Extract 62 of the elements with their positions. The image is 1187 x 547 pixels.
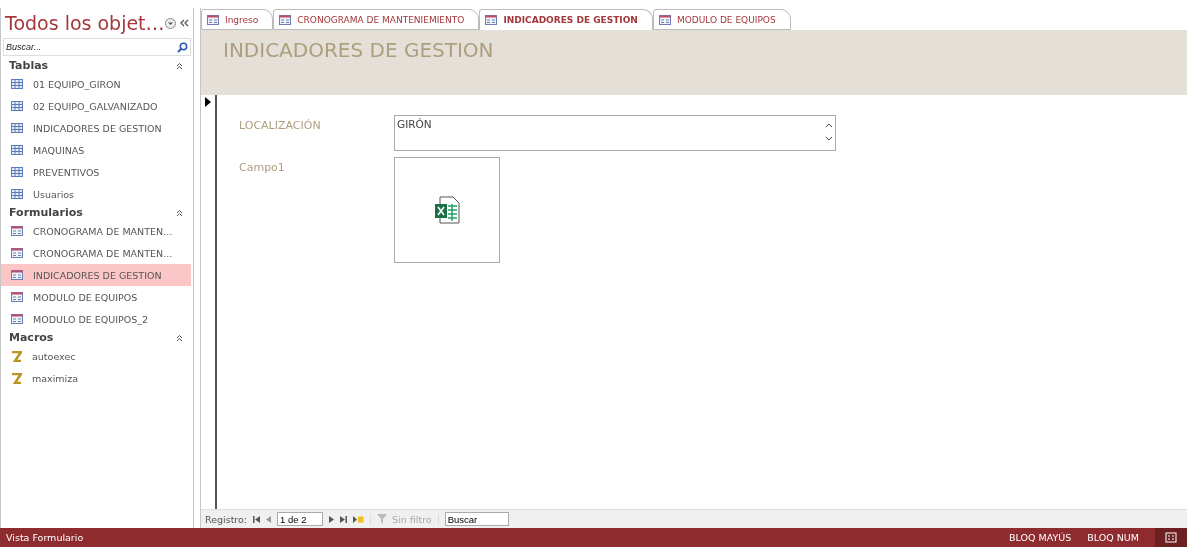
nav-item[interactable]: INDICADORES DE GESTION (1, 117, 191, 139)
form-icon (485, 15, 498, 25)
field-label: Campo1 (239, 160, 286, 176)
field-label: LOCALIZACIÓN (239, 118, 322, 134)
navigation-pane-title[interactable]: Todos los objet… (5, 12, 165, 34)
form-icon (11, 292, 23, 302)
nav-item[interactable]: INDICADORES DE GESTION (1, 264, 191, 286)
record-number-field[interactable]: 1 de 2 (277, 512, 324, 526)
filter-icon (377, 513, 390, 525)
nav-item[interactable]: MODULO DE EQUIPOS (1, 286, 191, 308)
status-indicator: BLOQ NUM (1087, 532, 1139, 543)
document-tab[interactable]: Ingreso (201, 9, 274, 30)
form-view-icon[interactable] (1155, 528, 1187, 547)
table-icon (11, 167, 23, 177)
table-icon (11, 101, 23, 111)
collapse-icon[interactable] (176, 61, 183, 70)
form-icon (207, 14, 219, 25)
first-record-icon[interactable] (253, 515, 261, 523)
nav-item[interactable]: CRONOGRAMA DE MANTEN... (1, 220, 191, 242)
form-icon (11, 248, 23, 258)
table-icon (11, 145, 23, 155)
nav-item[interactable]: autoexec (1, 345, 191, 367)
search-icon (177, 41, 188, 53)
form-icon (658, 14, 671, 25)
status-indicator: BLOQ MAYÚS (1009, 532, 1072, 543)
spreadsheet-file-icon (434, 196, 460, 224)
nav-item[interactable]: Usuarios (1, 183, 191, 205)
group-header[interactable]: Macros (9, 331, 54, 344)
collapse-icon[interactable] (176, 333, 183, 342)
table-icon (11, 189, 23, 199)
form-icon (11, 270, 23, 280)
nav-item[interactable]: 02 EQUIPO_GALVANIZADO (1, 95, 191, 117)
form-title: INDICADORES DE GESTION (223, 38, 494, 62)
document-tab[interactable]: CRONOGRAMA DE MANTENIEMIENTO (273, 9, 480, 30)
nav-item[interactable]: PREVENTIVOS (1, 161, 191, 183)
text-field[interactable]: GIRÓN (394, 115, 836, 151)
form-icon (11, 314, 23, 324)
nav-item[interactable]: MODULO DE EQUIPOS_2 (1, 308, 191, 330)
group-header[interactable]: Formularios (9, 206, 83, 219)
collapse-icon[interactable] (176, 208, 183, 217)
attachment-field[interactable] (394, 157, 500, 263)
view-status: Vista Formulario (6, 532, 85, 543)
nav-item[interactable]: MAQUINAS (1, 139, 191, 161)
form-icon (279, 14, 292, 25)
nav-item[interactable]: maximiza (1, 367, 191, 389)
next-record-icon[interactable] (329, 515, 335, 523)
document-tab[interactable]: MODULO DE EQUIPOS (652, 9, 791, 30)
last-record-icon[interactable] (340, 515, 348, 523)
group-header[interactable]: Tablas (9, 59, 49, 72)
new-record-icon[interactable] (353, 515, 365, 523)
current-record-icon (205, 97, 211, 107)
document-tab[interactable]: INDICADORES DE GESTION (479, 9, 653, 30)
record-label: Registro: (205, 513, 248, 525)
table-icon (11, 123, 23, 133)
search-field[interactable]: Buscar (444, 512, 509, 526)
dropdown-icon[interactable] (165, 17, 176, 29)
nav-item[interactable]: CRONOGRAMA DE MANTEN... (1, 242, 191, 264)
table-icon (11, 79, 23, 89)
form-icon (11, 226, 23, 236)
search-box[interactable]: Buscar... (3, 38, 191, 56)
collapse-pane-icon[interactable] (180, 19, 189, 27)
nav-item[interactable]: 01 EQUIPO_GIRON (1, 73, 191, 95)
